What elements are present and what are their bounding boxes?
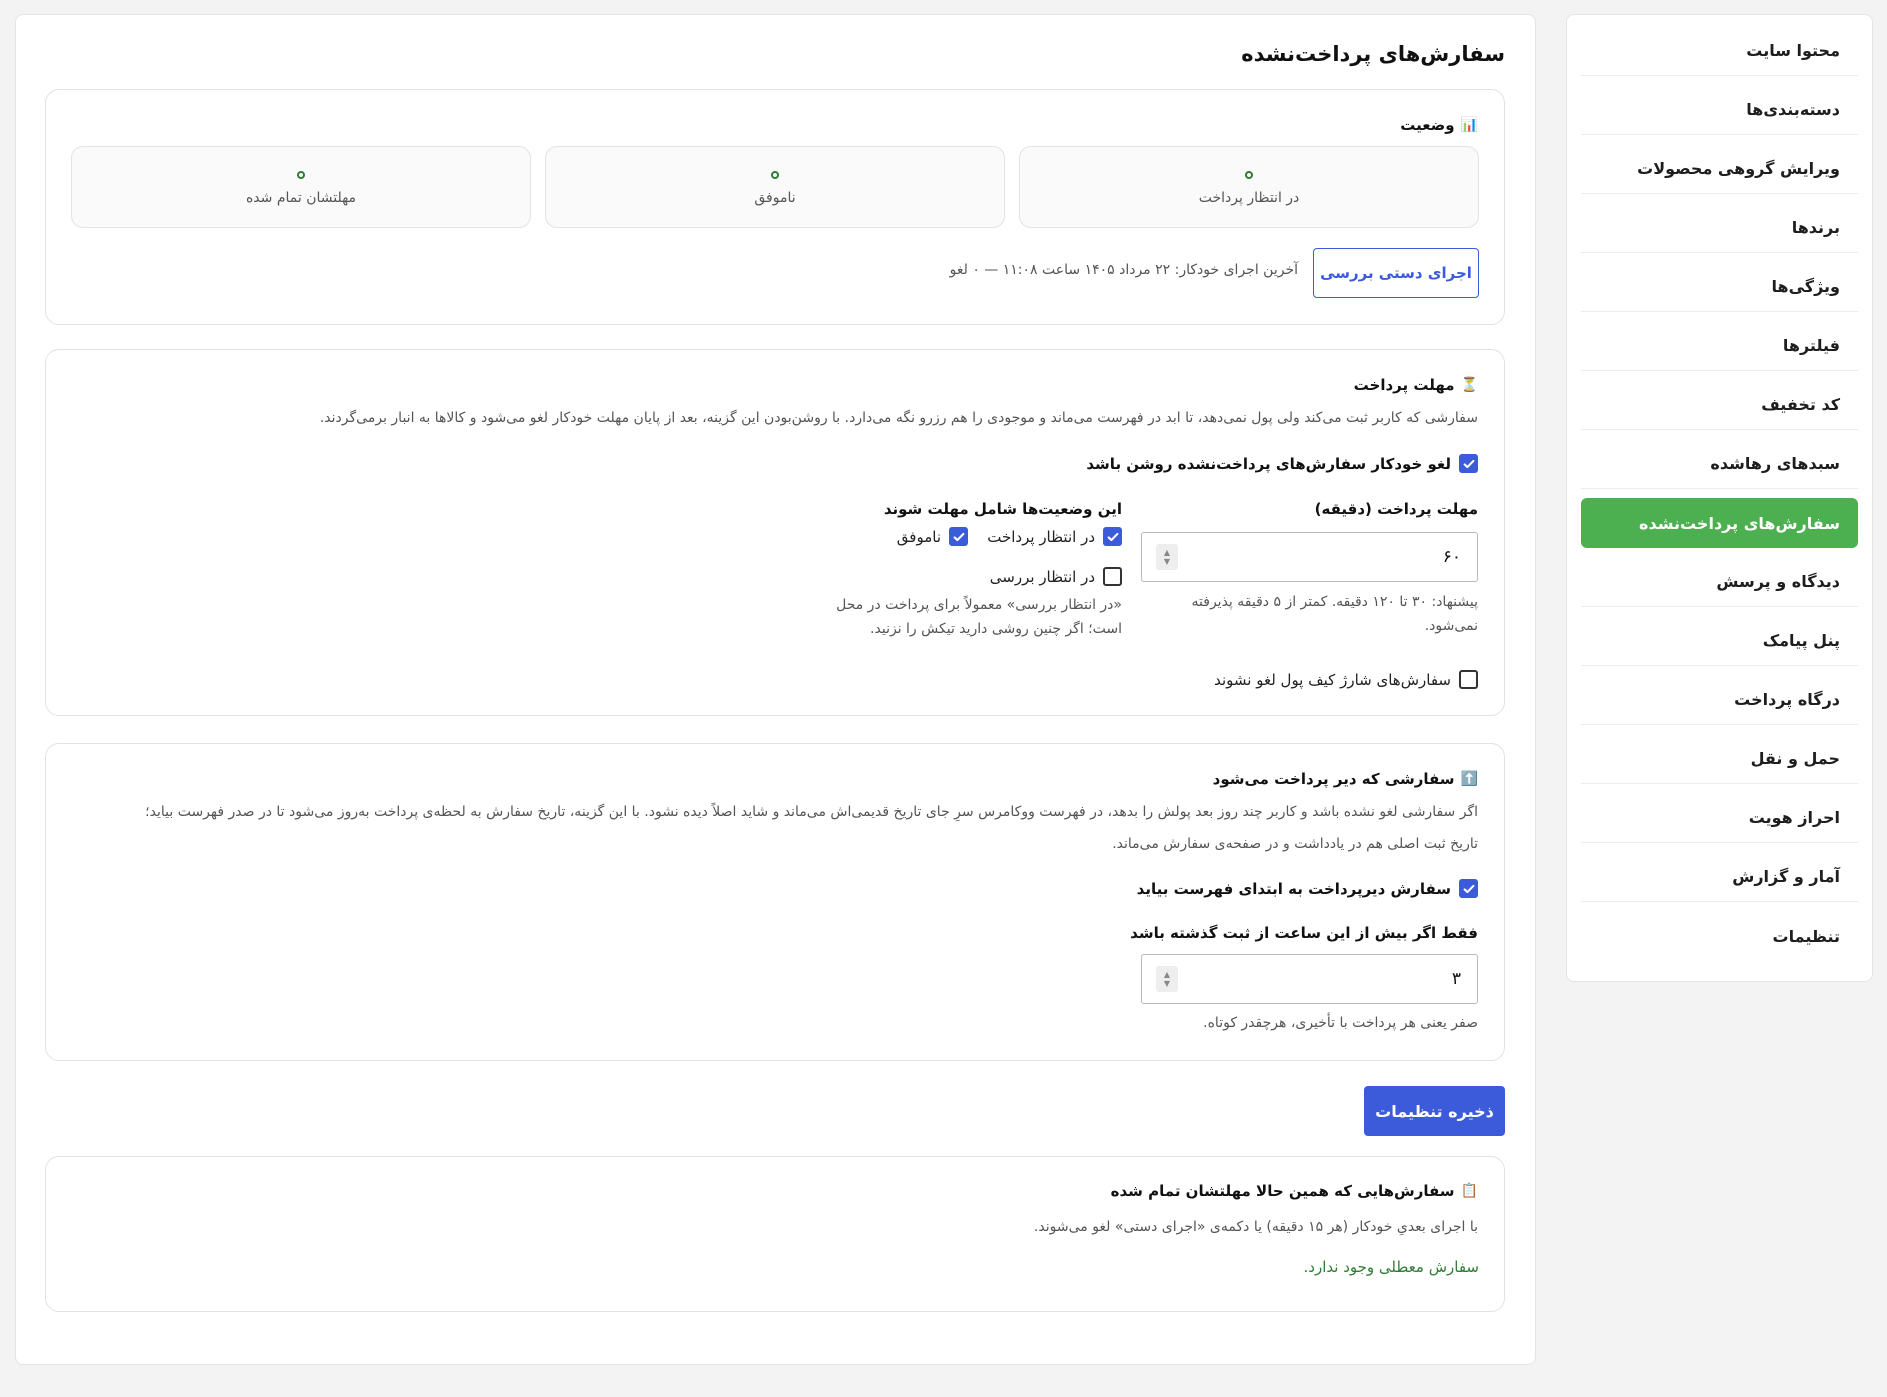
chart-icon: 📊 [1460,117,1478,133]
sidebar-item-categories[interactable]: دسته‌بندی‌ها [1581,85,1858,135]
hours-value: ۳ [1451,969,1461,989]
bump-order-toggle[interactable]: سفارش دیرپرداخت به ابتدای فهرست بیاید [1137,879,1478,898]
expired-card-title-text: سفارش‌هایی که همین حالا مهلتشان تمام شده [1110,1182,1455,1200]
last-run-text: آخرین اجرای خودکار: ۲۲ مرداد ۱۴۰۵ ساعت ۱… [949,262,1298,278]
check-icon [1107,532,1118,541]
hours-field-label: فقط اگر بیش از این ساعت از ثبت گذشته باش… [1130,924,1478,942]
sidebar-item-unpaid-orders[interactable]: سفارش‌های پرداخت‌نشده [1581,498,1858,548]
status-pending-checkbox[interactable] [1103,527,1122,546]
hourglass-icon: ⏳ [1460,377,1478,393]
sidebar-item-settings[interactable]: تنظیمات [1581,911,1858,961]
check-icon [1463,884,1474,893]
status-review-checkbox[interactable] [1103,567,1122,586]
sidebar-item-attributes[interactable]: ویژگی‌ها [1581,262,1858,312]
auto-cancel-checkbox[interactable] [1459,454,1478,473]
status-pending-label: در انتظار پرداخت [987,527,1095,546]
bump-order-checkbox[interactable] [1459,879,1478,898]
wallet-label: سفارش‌های شارژ کیف پول لغو نشوند [1214,670,1451,689]
sidebar-nav: محتوا سایت دسته‌بندی‌ها ویرایش گروهی محص… [1566,14,1873,982]
statuses-field-label: این وضعیت‌ها شامل مهلت شوند [883,500,1122,518]
late-card-title: ⬆️ سفارشی که دیر پرداخت می‌شود [1213,770,1478,788]
late-card-title-text: سفارشی که دیر پرداخت می‌شود [1212,770,1455,788]
sidebar-item-coupons[interactable]: کد تخفیف [1581,380,1858,430]
auto-cancel-label: لغو خودکار سفارش‌های پرداخت‌نشده روشن با… [1086,454,1451,473]
status-dot-icon [771,170,779,179]
sidebar-item-filters[interactable]: فیلترها [1581,321,1858,371]
status-review-label: در انتظار بررسی [989,567,1095,586]
hours-hint: صفر یعنی هر پرداخت با تأخیری، هرچقدر کوت… [1203,1015,1478,1031]
deadline-minutes-value: ۶۰ [1442,547,1461,567]
late-payment-card: ⬆️ سفارشی که دیر پرداخت می‌شود اگر سفارش… [45,743,1505,1061]
expired-card-title: 📋 سفارش‌هایی که همین حالا مهلتشان تمام ش… [1111,1182,1478,1200]
status-label: مهلتشان تمام شده [245,189,357,206]
sidebar-item-identity[interactable]: احراز هویت [1581,793,1858,843]
expired-description: با اجرای بعدیِ خودکار (هر ۱۵ دقیقه) یا د… [1033,1219,1478,1235]
review-note: «در انتظار بررسی» معمولاً برای پرداخت در… [836,597,1122,637]
status-failed-checkbox[interactable] [949,527,968,546]
deadline-field-label: مهلت پرداخت (دقیقه) [1314,500,1478,518]
status-dot-icon [297,170,305,179]
sidebar-item-shipping[interactable]: حمل و نقل [1581,734,1858,784]
wallet-checkbox[interactable] [1459,670,1478,689]
deadline-card: ⏳ مهلت پرداخت سفارشی که کاربر ثبت می‌کند… [45,349,1505,716]
save-settings-button[interactable]: ذخیره تنظیمات [1364,1086,1505,1136]
page-title: سفارش‌های پرداخت‌نشده [1241,42,1505,66]
status-dot-icon [1245,170,1253,179]
check-icon [1463,459,1474,468]
status-pending-toggle[interactable]: در انتظار پرداخت [987,527,1122,546]
status-label: ناموفق [754,189,796,206]
sidebar-item-abandoned-carts[interactable]: سبدهای رهاشده [1581,439,1858,489]
deadline-card-title: ⏳ مهلت پرداخت [1354,376,1478,394]
deadline-card-title-text: مهلت پرداخت [1353,376,1455,394]
expired-orders-card: 📋 سفارش‌هایی که همین حالا مهلتشان تمام ش… [45,1156,1505,1312]
wallet-toggle[interactable]: سفارش‌های شارژ کیف پول لغو نشوند [1214,670,1478,689]
deadline-description: سفارشی که کاربر ثبت می‌کند ولی پول نمی‌د… [319,410,1478,426]
sidebar-item-reports[interactable]: آمار و گزارش [1581,852,1858,902]
late-description-line2: تاریخ ثبت اصلی هم در یادداشت و در صفحه‌ی… [1112,836,1478,852]
sidebar-item-payment-gateway[interactable]: درگاه پرداخت [1581,675,1858,725]
status-card: 📊 وضعیت در انتظار پرداخت ناموفق مهلتشان … [45,89,1505,325]
status-box-pending: در انتظار پرداخت [1019,146,1479,228]
status-review-toggle[interactable]: در انتظار بررسی [990,567,1122,586]
sidebar-item-reviews[interactable]: دیدگاه و پرسش [1581,557,1858,607]
hours-input[interactable]: ۳ ▲ ▼ [1141,954,1478,1004]
status-card-title-text: وضعیت [1400,116,1455,134]
sidebar-item-site-content[interactable]: محتوا سایت [1581,26,1858,76]
auto-cancel-toggle[interactable]: لغو خودکار سفارش‌های پرداخت‌نشده روشن با… [1086,454,1478,473]
status-failed-label: ناموفق [896,527,941,546]
status-box-failed: ناموفق [545,146,1005,228]
main-panel: سفارش‌های پرداخت‌نشده 📊 وضعیت در انتظار … [15,14,1536,1365]
status-failed-toggle[interactable]: ناموفق [897,527,968,546]
manual-run-button[interactable]: اجرای دستی بررسی [1313,248,1479,298]
status-box-expired: مهلتشان تمام شده [71,146,531,228]
deadline-hint: پیشنهاد: ۳۰ تا ۱۲۰ دقیقه. کمتر از ۵ دقیق… [1191,594,1478,634]
status-label: در انتظار پرداخت [1198,189,1300,206]
number-spinner-icon[interactable]: ▲ ▼ [1156,544,1178,570]
sidebar-item-bulk-edit[interactable]: ویرایش گروهی محصولات [1581,144,1858,194]
clipboard-icon: 📋 [1460,1183,1478,1199]
up-arrow-icon: ⬆️ [1460,771,1478,787]
status-card-title: 📊 وضعیت [1400,116,1478,134]
deadline-minutes-input[interactable]: ۶۰ ▲ ▼ [1141,532,1478,582]
check-icon [953,532,964,541]
sidebar-item-sms-panel[interactable]: پنل پیامک [1581,616,1858,666]
empty-orders-message: سفارش معطلی وجود ندارد. [1303,1258,1479,1276]
sidebar-item-brands[interactable]: برندها [1581,203,1858,253]
late-description-line1: اگر سفارشی لغو نشده باشد و کاربر چند روز… [145,804,1478,820]
number-spinner-icon[interactable]: ▲ ▼ [1156,966,1178,992]
bump-order-label: سفارش دیرپرداخت به ابتدای فهرست بیاید [1136,879,1451,898]
